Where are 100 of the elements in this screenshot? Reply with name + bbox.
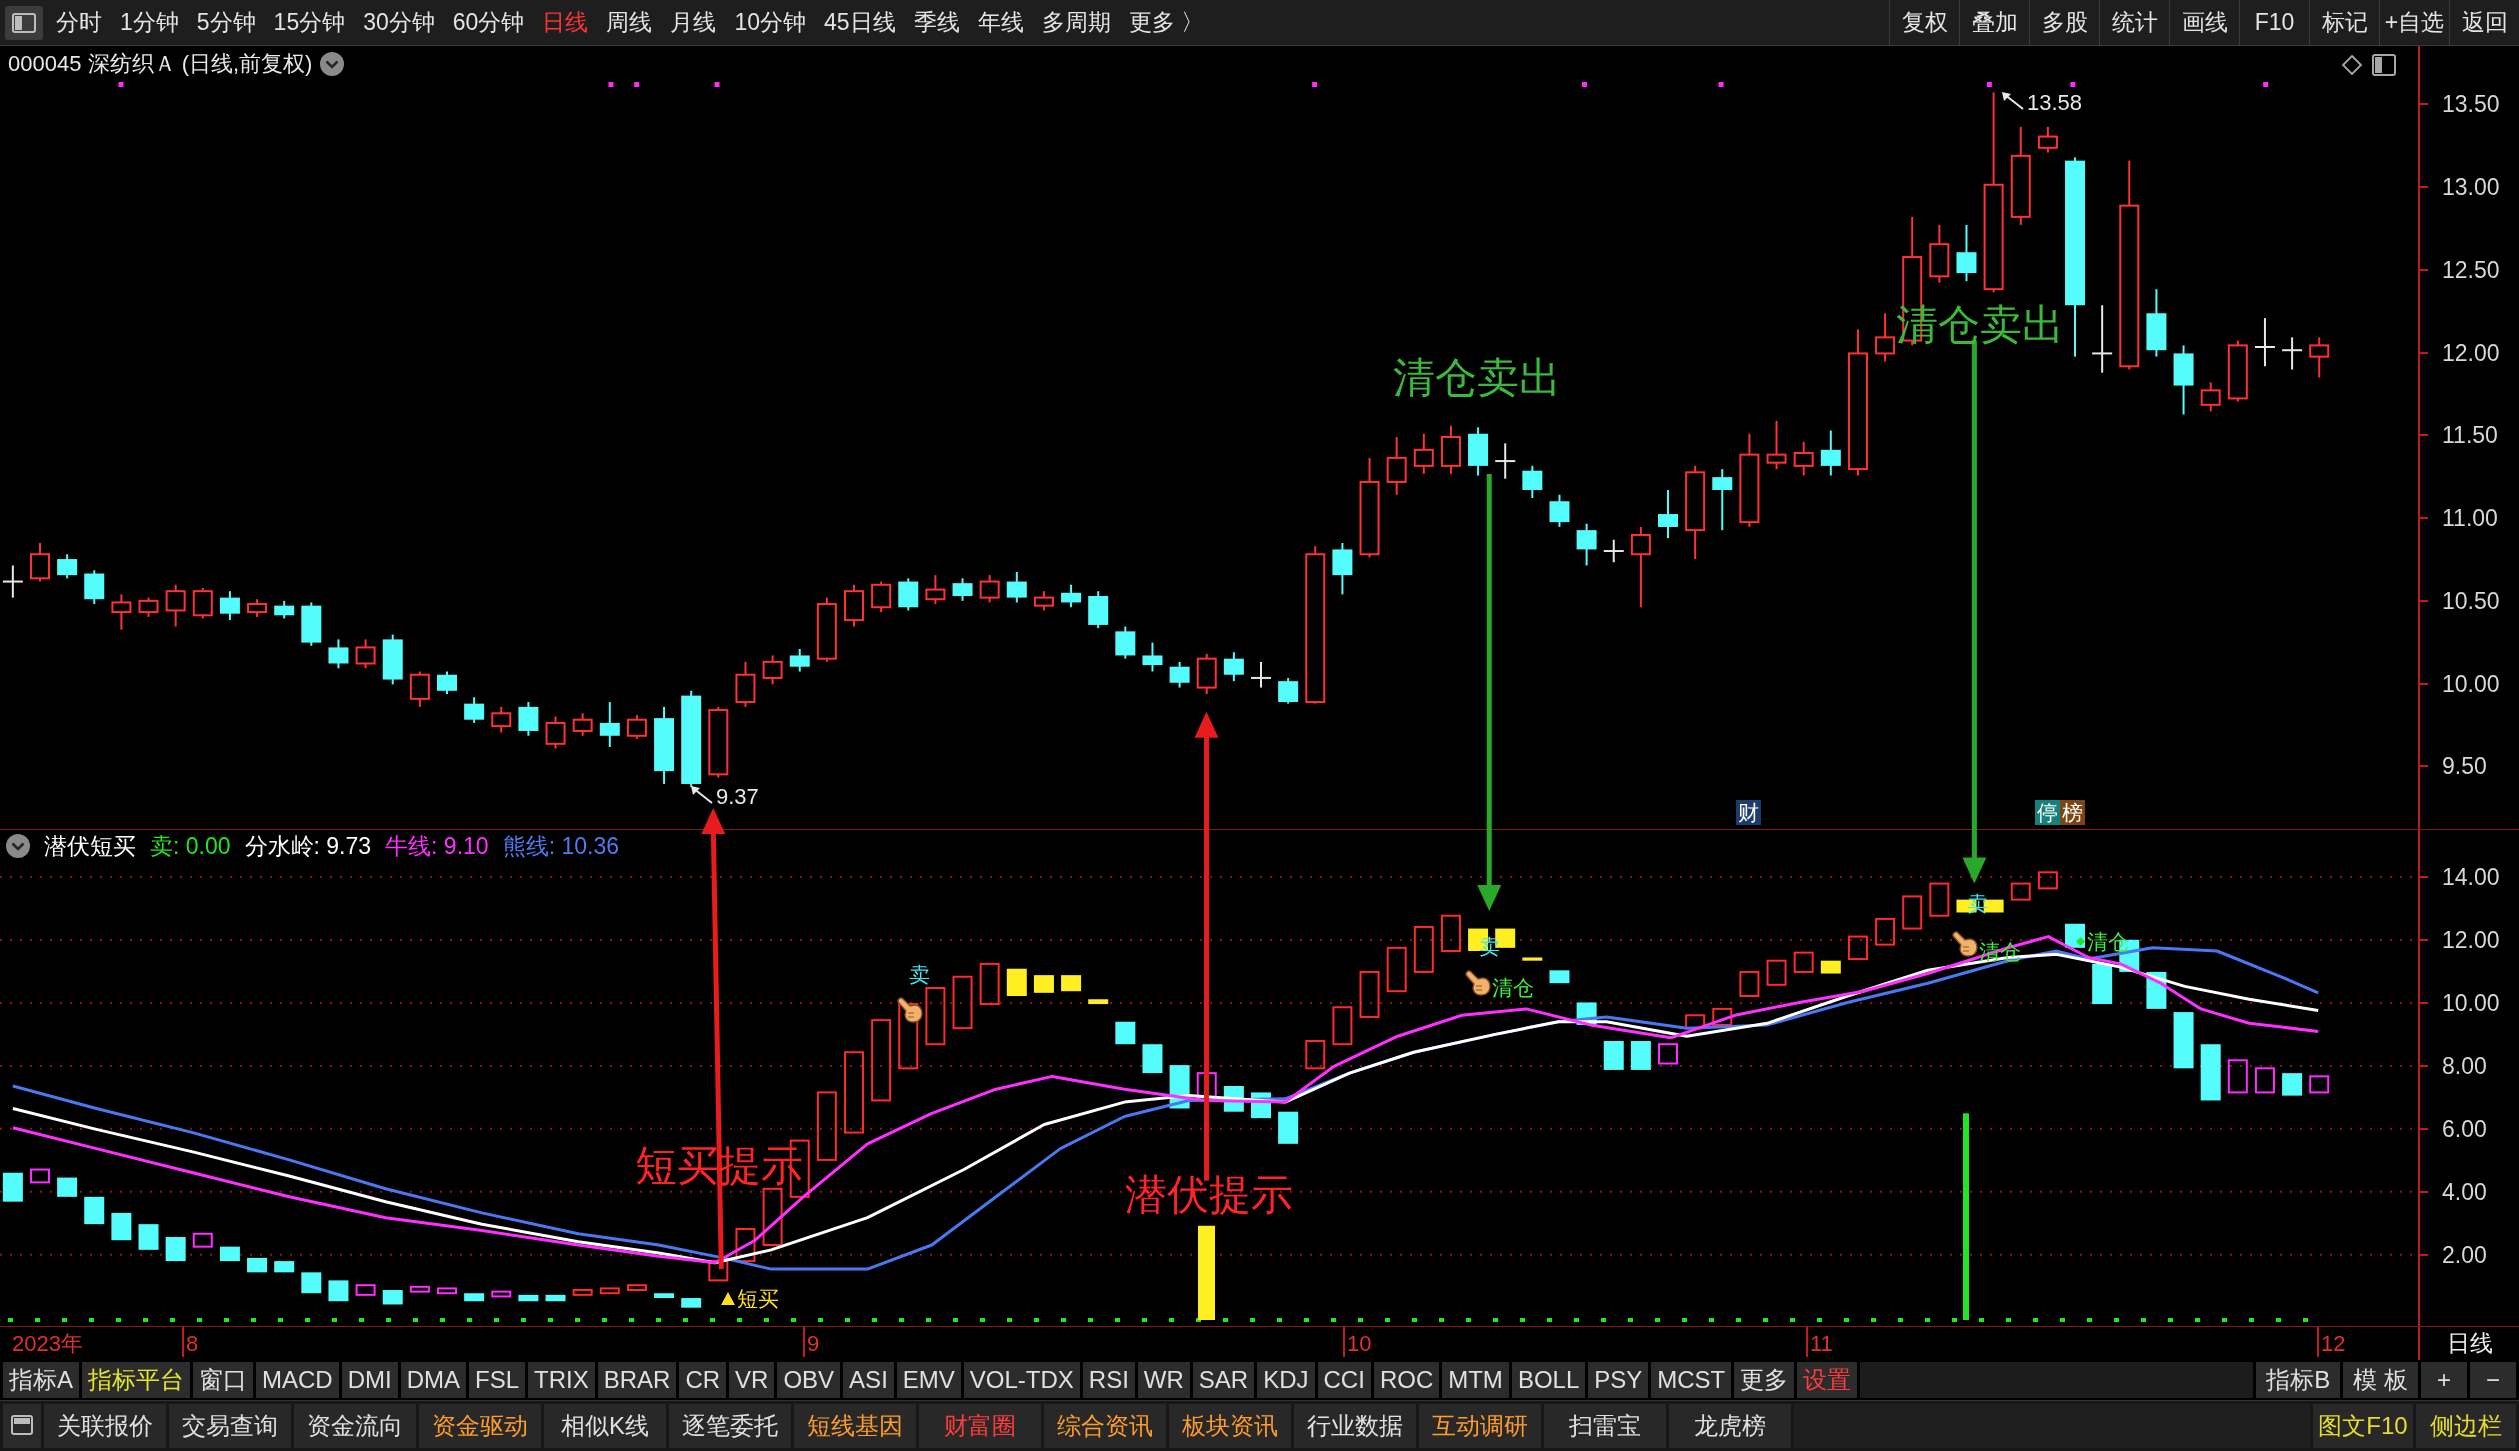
indicator-bar: [1929, 882, 1950, 917]
axis-label: 2.00: [2442, 1241, 2487, 1268]
bottom-tab[interactable]: 互动调研: [1419, 1404, 1541, 1448]
axis-label: 11.50: [2442, 422, 2498, 449]
indicator-bar: [2173, 1012, 2194, 1069]
indicator-bar: [301, 1272, 322, 1294]
panel-toggle-icon[interactable]: [5, 5, 43, 40]
indicator-tab[interactable]: 指标A: [3, 1362, 79, 1398]
indicator-value: 牛线: 9.10: [385, 834, 489, 858]
indicator-tab[interactable]: VR: [729, 1362, 775, 1398]
indicator-tab[interactable]: 窗口: [193, 1362, 253, 1398]
indicator-bar: [681, 1298, 702, 1308]
bottom-tab[interactable]: 财富圈: [919, 1404, 1041, 1448]
indicator-tab[interactable]: DMI: [341, 1362, 398, 1398]
bottom-tab[interactable]: 交易查询: [169, 1404, 291, 1448]
indicator-tab[interactable]: BOLL: [1511, 1362, 1586, 1398]
toolbar-button[interactable]: 标记: [2309, 0, 2379, 45]
indicator-tab[interactable]: TRIX: [528, 1362, 595, 1398]
indicator-tab[interactable]: ROC: [1373, 1362, 1440, 1398]
indicator-tab[interactable]: −: [2470, 1362, 2516, 1398]
period-tab[interactable]: 周线: [597, 0, 662, 45]
period-tab[interactable]: 日线: [533, 0, 598, 45]
axis-label: 6.00: [2442, 1115, 2487, 1142]
period-tab[interactable]: 60分钟: [443, 0, 534, 45]
indicator-tab[interactable]: 更多: [1734, 1362, 1795, 1398]
period-tab[interactable]: 分时: [47, 0, 111, 45]
more-menu[interactable]: 更多 〉: [1119, 0, 1213, 45]
indicator-bar: [952, 975, 973, 1030]
period-tab[interactable]: 1分钟: [111, 0, 188, 45]
bottom-tab[interactable]: 相似K线: [544, 1404, 666, 1448]
bottom-tab[interactable]: 逐笔委托: [669, 1404, 791, 1448]
period-tab[interactable]: 10分钟: [725, 0, 815, 45]
period-tab[interactable]: 5分钟: [187, 0, 265, 45]
indicator-tab[interactable]: EMV: [896, 1362, 961, 1398]
indicator-tab[interactable]: OBV: [777, 1362, 841, 1398]
period-tab[interactable]: 30分钟: [354, 0, 444, 45]
indicator-bar: [1305, 1040, 1326, 1070]
indicator-tab[interactable]: 指标B: [2256, 1362, 2341, 1398]
period-tab[interactable]: 季线: [904, 0, 969, 45]
signal-label: 清仓: [2087, 931, 2129, 952]
indicator-tab[interactable]: WR: [1137, 1362, 1190, 1398]
indicator-bar: [979, 962, 1000, 1006]
indicator-tab[interactable]: DMA: [400, 1362, 467, 1398]
toolbar-button[interactable]: +自选: [2379, 0, 2449, 45]
indicator-bar: [409, 1285, 430, 1293]
bottom-tab[interactable]: 关联报价: [44, 1404, 166, 1448]
indicator-tab[interactable]: MCST: [1651, 1362, 1732, 1398]
indicator-bar: [1630, 1041, 1651, 1070]
date-label: 11: [1810, 1331, 1833, 1357]
toolbar-button[interactable]: 多股: [2029, 0, 2099, 45]
indicator-tab[interactable]: SAR: [1192, 1362, 1255, 1398]
indicator-tab[interactable]: PSY: [1588, 1362, 1649, 1398]
indicator-tab[interactable]: KDJ: [1257, 1362, 1315, 1398]
toolbar-button[interactable]: F10: [2239, 0, 2309, 45]
indicator-bar: [1440, 914, 1461, 953]
period-tab[interactable]: 多周期: [1032, 0, 1120, 45]
toolbar-button[interactable]: 画线: [2169, 0, 2239, 45]
indicator-tab[interactable]: VOL-TDX: [963, 1362, 1080, 1398]
indicator-tab[interactable]: 设置: [1797, 1362, 1858, 1398]
indicator-tab[interactable]: MTM: [1442, 1362, 1509, 1398]
indicator-bar: [84, 1196, 105, 1225]
bottom-tab[interactable]: 侧边栏: [2416, 1404, 2516, 1448]
indicator-tab[interactable]: ASI: [843, 1362, 894, 1398]
indicator-value: 卖: 0.00: [150, 834, 231, 858]
indicator-tab[interactable]: MACD: [256, 1362, 339, 1398]
indicator-bar: [30, 1168, 50, 1184]
toolbar-button[interactable]: 统计: [2099, 0, 2169, 45]
toolbar-button[interactable]: 叠加: [1959, 0, 2029, 45]
indicator-bar: [1549, 970, 1570, 984]
indicator-bar: [1820, 960, 1841, 974]
bottom-tab[interactable]: 综合资讯: [1044, 1404, 1166, 1448]
bottom-tab[interactable]: 行业数据: [1294, 1404, 1416, 1448]
bottom-tab[interactable]: 短线基因: [794, 1404, 916, 1448]
period-tab[interactable]: 月线: [661, 0, 726, 45]
bottom-tab[interactable]: 资金驱动: [419, 1404, 541, 1448]
indicator-tab[interactable]: CR: [679, 1362, 727, 1398]
bottom-tab[interactable]: 龙虎榜: [1669, 1404, 1791, 1448]
indicator-value: 分水岭: 9.73: [244, 834, 372, 858]
axis-label: 14.00: [2442, 864, 2500, 891]
toolbar-button[interactable]: 返回: [2449, 0, 2519, 45]
indicator-tab[interactable]: CCI: [1317, 1362, 1371, 1398]
indicator-bar: [1739, 970, 1760, 998]
bottom-tab[interactable]: 资金流向: [294, 1404, 416, 1448]
indicator-tab[interactable]: 模 板: [2343, 1362, 2418, 1398]
indicator-tab[interactable]: 指标平台: [82, 1362, 190, 1398]
indicator-tab[interactable]: RSI: [1082, 1362, 1135, 1398]
toolbar-button[interactable]: 复权: [1889, 0, 1959, 45]
axis-label: 9.50: [2442, 753, 2487, 780]
bottom-tab[interactable]: 图文F10: [2313, 1404, 2413, 1448]
period-tab[interactable]: 45日线: [814, 0, 905, 45]
indicator-tab[interactable]: BRAR: [597, 1362, 677, 1398]
indicator-bar: [898, 1003, 919, 1070]
indicator-tab[interactable]: FSL: [469, 1362, 526, 1398]
period-tab[interactable]: 年线: [968, 0, 1033, 45]
indicator-tab[interactable]: +: [2421, 1362, 2467, 1398]
bottom-tab[interactable]: 扫雷宝: [1544, 1404, 1666, 1448]
indicator-bar: [355, 1284, 376, 1296]
period-tab[interactable]: 15分钟: [264, 0, 355, 45]
axis-label: 12.50: [2442, 256, 2500, 283]
bottom-tab[interactable]: 板块资讯: [1169, 1404, 1291, 1448]
